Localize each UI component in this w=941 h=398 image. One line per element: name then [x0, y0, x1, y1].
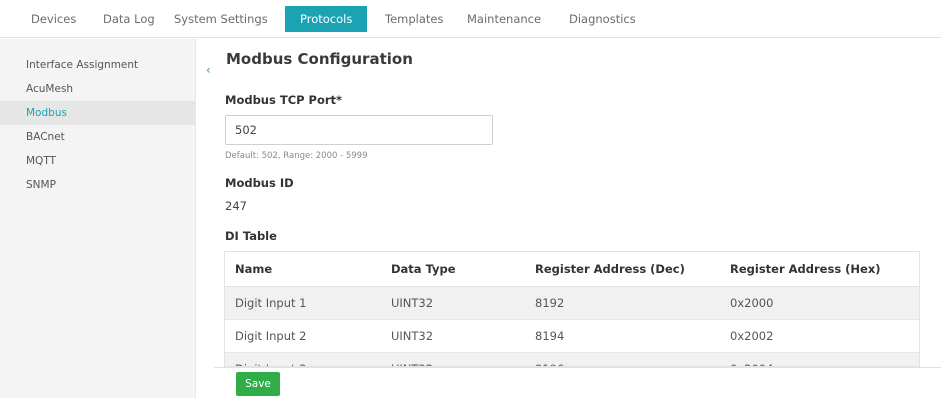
cell-data-type: UINT32 [381, 352, 525, 366]
sidebar: Interface Assignment AcuMesh Modbus BACn… [0, 39, 196, 398]
table-row[interactable]: Digit Input 1 UINT32 8192 0x2000 [225, 286, 919, 320]
cell-register-hex: 0x2004 [720, 352, 919, 366]
tab-diagnostics[interactable]: Diagnostics [569, 6, 636, 32]
sidebar-item-interface-assignment[interactable]: Interface Assignment [0, 53, 196, 77]
di-table-label: DI Table [225, 229, 277, 243]
tab-system-settings[interactable]: System Settings [174, 6, 268, 32]
page-title: Modbus Configuration [226, 50, 413, 68]
sidebar-item-bacnet[interactable]: BACnet [0, 125, 196, 149]
save-button[interactable]: Save [236, 372, 280, 396]
tab-templates[interactable]: Templates [385, 6, 443, 32]
top-tab-bar: Devices Data Log System Settings Protoco… [0, 0, 941, 38]
cell-register-hex: 0x2002 [720, 319, 919, 353]
table-row[interactable]: Digit Input 2 UINT32 8194 0x2002 [225, 319, 919, 353]
di-table: Name Data Type Register Address (Dec) Re… [224, 251, 920, 367]
table-row[interactable]: Digit Input 3 UINT32 8196 0x2004 [225, 352, 919, 366]
column-header-data-type: Data Type [381, 252, 525, 287]
column-header-name: Name [225, 252, 381, 287]
tcp-port-input[interactable] [225, 115, 493, 145]
sidebar-item-modbus[interactable]: Modbus [0, 101, 196, 125]
tab-protocols[interactable]: Protocols [285, 6, 368, 32]
chevron-left-icon[interactable]: ‹ [206, 64, 211, 76]
sidebar-item-acumesh[interactable]: AcuMesh [0, 77, 196, 101]
tab-devices[interactable]: Devices [31, 6, 76, 32]
cell-data-type: UINT32 [381, 286, 525, 320]
cell-register-dec: 8194 [525, 319, 720, 353]
sidebar-item-mqtt[interactable]: MQTT [0, 149, 196, 173]
tab-data-log[interactable]: Data Log [103, 6, 155, 32]
cell-name: Digit Input 2 [225, 319, 381, 353]
tcp-port-hint: Default: 502, Range: 2000 - 5999 [225, 151, 368, 161]
cell-register-dec: 8192 [525, 286, 720, 320]
column-header-register-dec: Register Address (Dec) [525, 252, 720, 287]
cell-name: Digit Input 1 [225, 286, 381, 320]
tab-maintenance[interactable]: Maintenance [467, 6, 541, 32]
column-header-register-hex: Register Address (Hex) [720, 252, 919, 287]
cell-data-type: UINT32 [381, 319, 525, 353]
cell-register-hex: 0x2000 [720, 286, 919, 320]
cell-name: Digit Input 3 [225, 352, 381, 366]
modbus-id-value: 247 [225, 199, 247, 213]
modbus-id-label: Modbus ID [225, 176, 294, 190]
cell-register-dec: 8196 [525, 352, 720, 366]
tcp-port-label: Modbus TCP Port* [225, 93, 343, 107]
footer-divider [214, 367, 941, 368]
sidebar-item-snmp[interactable]: SNMP [0, 173, 196, 197]
table-header-row: Name Data Type Register Address (Dec) Re… [225, 252, 919, 287]
